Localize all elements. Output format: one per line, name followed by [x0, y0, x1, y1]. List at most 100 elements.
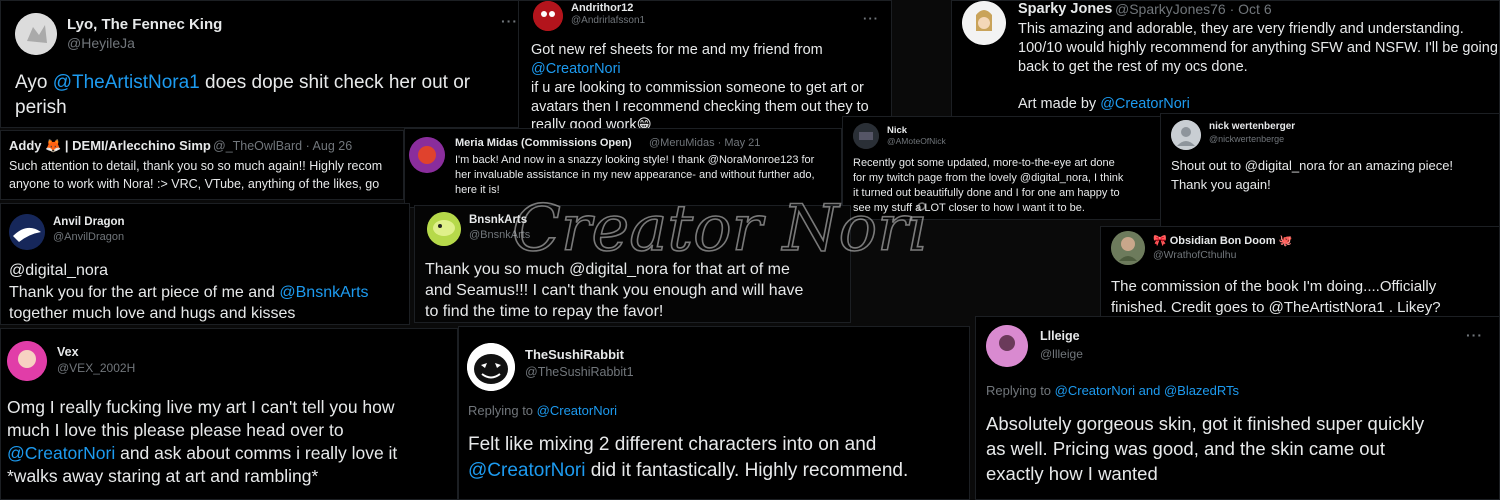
tweet-text: @CreatorNori and ask about comms i reall…	[7, 443, 397, 464]
tweet-text: much I love this please please head over…	[7, 420, 344, 440]
avatar[interactable]	[533, 1, 563, 31]
handle[interactable]: @MeruMidas · May 21	[649, 137, 760, 149]
tweet-card[interactable]: Nick @AMoteOfNick Recently got some upda…	[842, 116, 1166, 220]
mention-link[interactable]: @CreatorNori	[7, 443, 115, 463]
tweet-text: her invaluable assistance in my new appe…	[455, 169, 815, 181]
tweet-text: Art made by @CreatorNori	[1018, 96, 1190, 112]
tweet-text: it turned out beautifully done and I for…	[853, 187, 1120, 199]
mention-link[interactable]: @CreatorNori	[537, 403, 617, 418]
tweet-text: if u are looking to commission someone t…	[531, 80, 864, 96]
avatar[interactable]	[853, 123, 879, 149]
display-name[interactable]: Andrithor12	[571, 2, 633, 14]
tweet-card[interactable]: Anvil Dragon @AnvilDragon @digital_nora …	[0, 203, 410, 325]
avatar[interactable]	[467, 343, 515, 391]
more-icon[interactable]: ···	[501, 13, 518, 29]
tweet-card[interactable]: nick wertenberger @nickwertenberge Shout…	[1160, 113, 1500, 228]
text: Ayo	[15, 72, 53, 93]
display-name[interactable]: TheSushiRabbit	[525, 347, 624, 362]
handle[interactable]: @BnsnkArts	[469, 229, 530, 241]
tweet-text: finished. Credit goes to @TheArtistNora1…	[1111, 299, 1441, 316]
avatar[interactable]	[962, 1, 1006, 45]
tweet-text: Omg I really fucking live my art I can't…	[7, 397, 395, 417]
display-name[interactable]: Lyo, The Fennec King	[67, 16, 222, 33]
display-name[interactable]: Addy 🦊 | DEMI/Arlecchino Simp	[9, 138, 211, 154]
text: and ask about comms i really love it	[115, 443, 398, 463]
mention-link[interactable]: @CreatorNori	[531, 61, 621, 77]
handle[interactable]: @WrathofCthulhu	[1153, 249, 1236, 261]
handle[interactable]: @AnvilDragon	[53, 231, 124, 243]
avatar[interactable]	[1111, 231, 1145, 265]
tweet-text: Thank you again!	[1171, 177, 1271, 192]
tweet-text: *walks away staring at art and rambling*	[7, 466, 319, 486]
tweet-card[interactable]: Meria Midas (Commissions Open) @MeruMida…	[404, 128, 842, 208]
tweet-text: Recently got some updated, more-to-the-e…	[853, 157, 1115, 169]
tweet-card[interactable]: Addy 🦊 | DEMI/Arlecchino Simp @_TheOwlBa…	[0, 130, 404, 200]
tweet-card[interactable]: Lyo, The Fennec King @HeyileJa ··· Ayo @…	[0, 0, 527, 128]
handle[interactable]: @Andrirlafsson1	[571, 15, 645, 26]
mention-link[interactable]: @CreatorNori	[468, 460, 585, 481]
display-name[interactable]: Llleige	[1040, 329, 1080, 343]
tweet-card[interactable]: Llleige @llleige ··· Replying to @Creato…	[975, 316, 1500, 500]
tweet-text: perish	[15, 97, 67, 118]
avatar[interactable]	[409, 137, 445, 173]
display-name[interactable]: Nick	[887, 125, 907, 136]
handle[interactable]: @AMoteOfNick	[887, 136, 946, 146]
avatar[interactable]	[986, 325, 1028, 367]
tweet-card[interactable]: TheSushiRabbit @TheSushiRabbit1 Replying…	[458, 326, 970, 500]
tweet-text: I'm back! And now in a snazzy looking st…	[455, 154, 815, 166]
tweet-text: avatars then I recommend checking them o…	[531, 99, 869, 115]
tweet-text: and Seamus!!! I can't thank you enough a…	[425, 282, 804, 299]
display-name[interactable]: Meria Midas (Commissions Open)	[455, 137, 632, 149]
tweet-card[interactable]: Vex @VEX_2002H Omg I really fucking live…	[0, 328, 458, 500]
avatar[interactable]	[427, 212, 461, 246]
tweet-card[interactable]: Andrithor12 @Andrirlafsson1 ··· Got new …	[518, 0, 892, 136]
mention-link[interactable]: @CreatorNori	[1100, 96, 1190, 112]
tweet-text: to find the time to repay the favor!	[425, 303, 664, 320]
avatar[interactable]	[9, 214, 45, 250]
tweet-text: Such attention to detail, thank you so s…	[9, 159, 383, 173]
avatar[interactable]	[1171, 120, 1201, 150]
tweet-text: 100/10 would highly recommend for anythi…	[1018, 40, 1498, 56]
tweet-text: Felt like mixing 2 different characters …	[468, 434, 877, 455]
reply-context: Replying to @CreatorNori	[468, 403, 617, 418]
tweet-text: Got new ref sheets for me and my friend …	[531, 42, 823, 58]
avatar[interactable]	[15, 13, 57, 55]
tweet-text: Thank you so much @digital_nora for that…	[425, 261, 790, 278]
tweet-text: for my twitch page from the lovely @digi…	[853, 172, 1124, 184]
text: Art made by	[1018, 96, 1101, 112]
tweet-text: back to get the rest of my ocs done.	[1018, 59, 1248, 75]
mention-link[interactable]: @TheArtistNora1	[53, 72, 200, 93]
tweet-text: The commission of the book I'm doing....…	[1111, 278, 1437, 295]
avatar[interactable]	[7, 341, 47, 381]
tweet-card[interactable]: BnsnkArts @BnsnkArts Thank you so much @…	[414, 205, 851, 323]
handle[interactable]: @_TheOwlBard · Aug 26	[213, 139, 352, 153]
tweet-text: Absolutely gorgeous skin, got it finishe…	[986, 413, 1425, 434]
tweet-text: Thank you for the art piece of me and @B…	[9, 284, 369, 302]
tweet-card[interactable]: Sparky Jones @SparkyJones76 · Oct 6 This…	[951, 0, 1500, 118]
display-name[interactable]: Vex	[57, 345, 79, 359]
text: Thank you for the art piece of me and	[9, 284, 280, 301]
display-name[interactable]: 🎀 Obsidian Bon Doom 🐙	[1153, 234, 1292, 247]
tweet-text: @CreatorNori did it fantastically. Highl…	[468, 460, 908, 482]
more-icon[interactable]: ···	[1466, 327, 1483, 343]
handle[interactable]: @VEX_2002H	[57, 361, 135, 375]
mention-link[interactable]: @CreatorNori and @BlazedRTs	[1055, 383, 1239, 398]
tweet-text: @digital_nora	[9, 262, 108, 279]
tweet-text: here it is!	[455, 184, 500, 196]
mention-link[interactable]: @BnsnkArts	[279, 284, 368, 301]
tweet-card[interactable]: 🎀 Obsidian Bon Doom 🐙 @WrathofCthulhu Th…	[1100, 226, 1500, 326]
display-name[interactable]: nick wertenberger	[1209, 121, 1295, 132]
display-name[interactable]: Anvil Dragon	[53, 216, 125, 228]
handle[interactable]: @TheSushiRabbit1	[525, 365, 634, 379]
tweet-text: Shout out to @digital_nora for an amazin…	[1171, 158, 1454, 173]
display-name[interactable]: Sparky Jones	[1018, 1, 1112, 17]
tweet-text: anyone to work with Nora! :> VRC, VTube,…	[9, 177, 380, 191]
more-icon[interactable]: ···	[863, 11, 879, 26]
handle[interactable]: @nickwertenberge	[1209, 134, 1284, 144]
text: does dope shit check her out or	[199, 72, 471, 93]
display-name[interactable]: BnsnkArts	[469, 214, 527, 226]
handle[interactable]: @HeyileJa	[67, 35, 135, 51]
handle[interactable]: @SparkyJones76 · Oct 6	[1115, 1, 1272, 17]
handle[interactable]: @llleige	[1040, 347, 1083, 361]
reply-context: Replying to @CreatorNori and @BlazedRTs	[986, 383, 1239, 398]
